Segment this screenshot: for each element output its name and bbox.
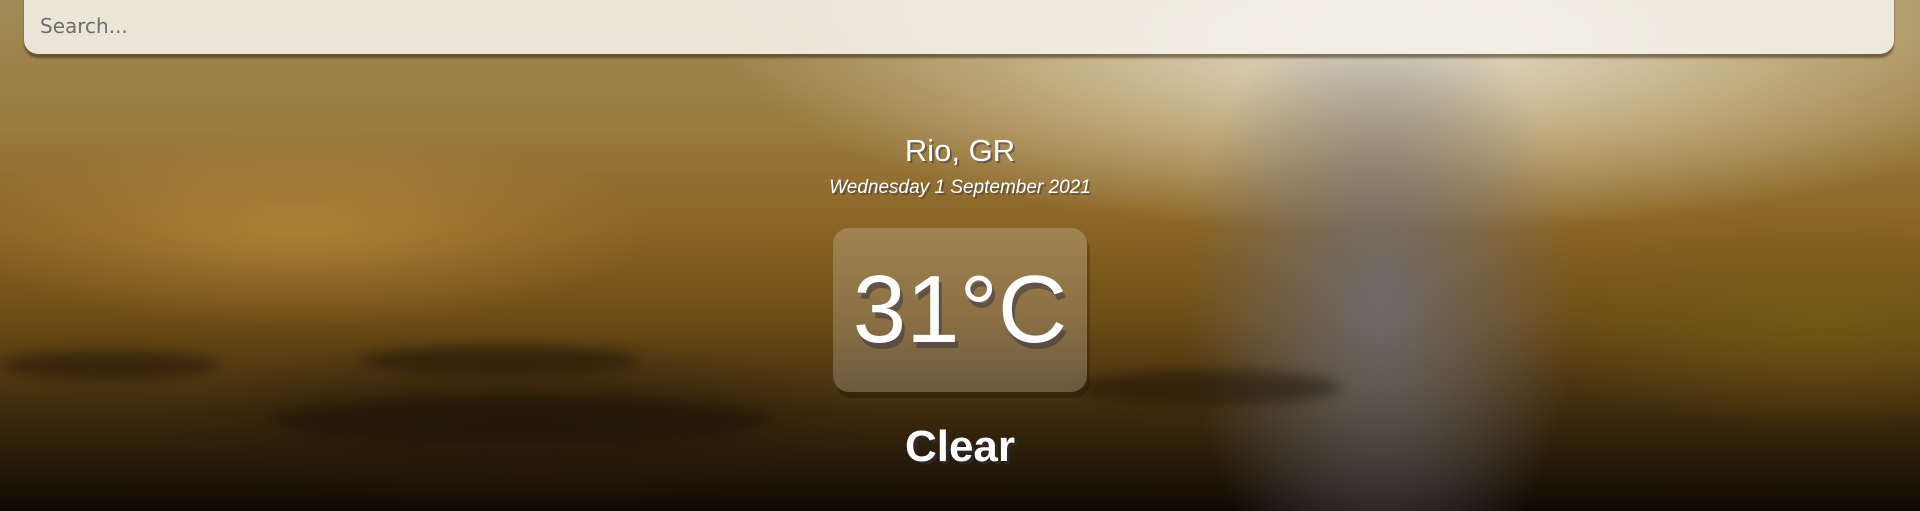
location-box: Rio, GR Wednesday 1 September 2021 [0, 133, 1920, 199]
search-input[interactable] [38, 0, 1882, 52]
temperature-display: 31°C [833, 228, 1087, 392]
weather-box: 31°C Clear [0, 228, 1920, 472]
weather-condition: Clear [904, 422, 1016, 471]
location-name: Rio, GR [904, 133, 1016, 168]
current-date: Wednesday 1 September 2021 [829, 177, 1091, 198]
search-bar [24, 0, 1894, 54]
